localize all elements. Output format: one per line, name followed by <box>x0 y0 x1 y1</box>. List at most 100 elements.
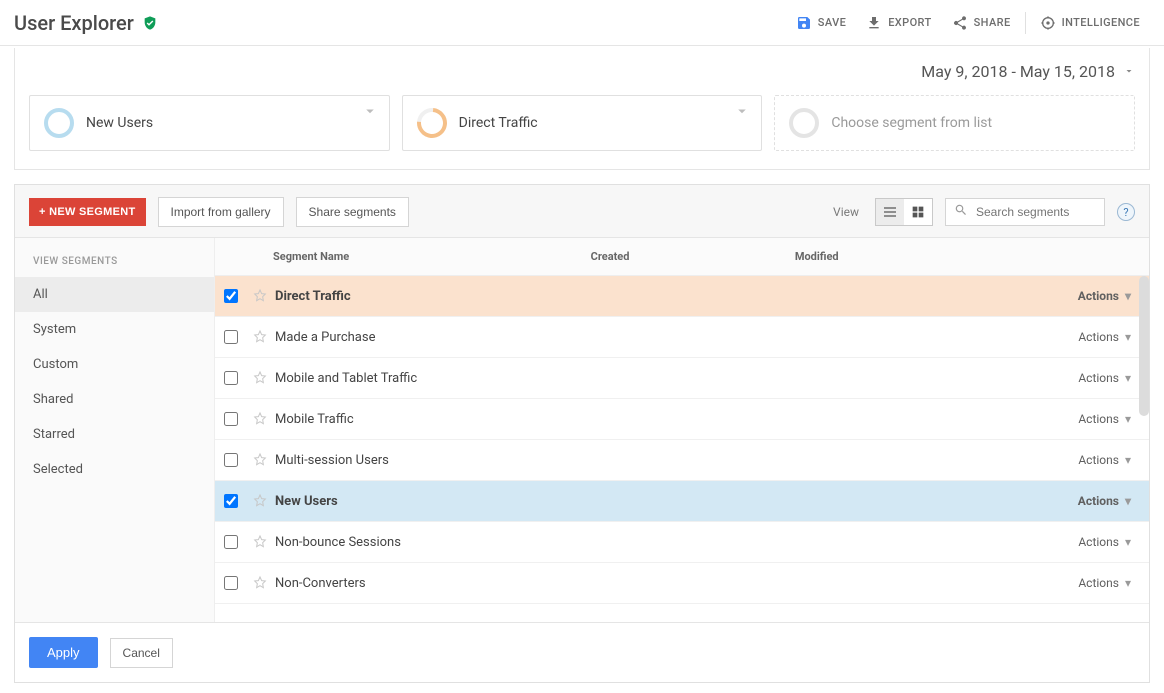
star-icon[interactable] <box>247 534 273 550</box>
segment-chip-add[interactable]: Choose segment from list <box>774 95 1135 151</box>
divider <box>1025 12 1026 34</box>
segments-panel: + NEW SEGMENT Import from gallery Share … <box>14 184 1150 683</box>
sidebar-item-custom[interactable]: Custom <box>15 347 214 382</box>
sidebar-item-system[interactable]: System <box>15 312 214 347</box>
view-grid-button[interactable] <box>904 199 932 225</box>
row-actions-menu[interactable]: Actions ▾ <box>1078 371 1131 385</box>
chevron-down-icon: ▾ <box>1125 576 1131 590</box>
row-checkbox[interactable] <box>224 371 238 385</box>
share-segments-button[interactable]: Share segments <box>296 197 409 227</box>
date-range-picker[interactable]: May 9, 2018 - May 15, 2018 <box>921 62 1135 81</box>
chevron-down-icon: ▾ <box>1125 535 1131 549</box>
table-row[interactable]: Non-Converters Actions ▾ <box>215 563 1149 604</box>
sidebar-item-shared[interactable]: Shared <box>15 382 214 417</box>
new-segment-button[interactable]: + NEW SEGMENT <box>29 198 146 226</box>
row-actions-menu[interactable]: Actions ▾ <box>1078 453 1131 467</box>
row-actions-menu[interactable]: Actions ▾ <box>1078 494 1131 508</box>
table-row[interactable]: Mobile and Tablet Traffic Actions ▾ <box>215 358 1149 399</box>
table-row[interactable]: Made a Purchase Actions ▾ <box>215 317 1149 358</box>
table-row[interactable]: New Users Actions ▾ <box>215 481 1149 522</box>
row-checkbox[interactable] <box>224 412 238 426</box>
star-icon[interactable] <box>247 288 273 304</box>
row-checkbox[interactable] <box>224 330 238 344</box>
segment-name: Multi-session Users <box>273 453 592 468</box>
row-checkbox[interactable] <box>224 289 238 303</box>
col-header-name[interactable]: Segment Name <box>273 250 591 263</box>
import-from-gallery-button[interactable]: Import from gallery <box>158 197 284 227</box>
chevron-down-icon <box>361 102 379 124</box>
star-icon[interactable] <box>247 452 273 468</box>
view-toggle <box>875 198 933 226</box>
segment-chip-label: Direct Traffic <box>459 115 538 131</box>
view-list-button[interactable] <box>876 199 904 225</box>
sidebar-header: VIEW SEGMENTS <box>15 250 214 277</box>
segment-name: New Users <box>273 494 592 509</box>
segment-name: Non-bounce Sessions <box>273 535 592 550</box>
segment-ring-icon <box>411 102 453 144</box>
chevron-down-icon: ▾ <box>1125 289 1131 303</box>
segments-toolbar: + NEW SEGMENT Import from gallery Share … <box>15 185 1149 238</box>
sidebar-item-all[interactable]: All <box>15 277 214 312</box>
row-checkbox[interactable] <box>224 535 238 549</box>
cancel-button[interactable]: Cancel <box>110 638 173 668</box>
segment-search[interactable] <box>945 198 1105 226</box>
segment-chip-placeholder: Choose segment from list <box>831 115 992 131</box>
segment-ring-icon <box>789 108 819 138</box>
table-row[interactable]: Multi-session Users Actions ▾ <box>215 440 1149 481</box>
segments-footer: Apply Cancel <box>15 622 1149 682</box>
segment-name: Made a Purchase <box>273 330 592 345</box>
table-row[interactable]: Mobile Traffic Actions ▾ <box>215 399 1149 440</box>
sidebar-item-starred[interactable]: Starred <box>15 417 214 452</box>
chevron-down-icon: ▾ <box>1125 412 1131 426</box>
table-row[interactable]: Non-bounce Sessions Actions ▾ <box>215 522 1149 563</box>
segments-sidebar: VIEW SEGMENTS AllSystemCustomSharedStarr… <box>15 238 215 622</box>
chevron-down-icon: ▾ <box>1125 494 1131 508</box>
intelligence-label: INTELLIGENCE <box>1062 16 1140 29</box>
segment-chip-direct-traffic[interactable]: Direct Traffic <box>402 95 763 151</box>
segment-name: Non-Converters <box>273 576 592 591</box>
share-label: SHARE <box>974 16 1011 29</box>
row-actions-menu[interactable]: Actions ▾ <box>1078 330 1131 344</box>
col-header-created[interactable]: Created <box>591 250 795 263</box>
row-actions-menu[interactable]: Actions ▾ <box>1078 412 1131 426</box>
top-bar: User Explorer SAVE EXPORT SHARE INTELLIG… <box>0 0 1164 46</box>
save-label: SAVE <box>818 16 846 29</box>
segments-table: Segment Name Created Modified Direct Tra… <box>215 238 1149 622</box>
segment-chip-new-users[interactable]: New Users <box>29 95 390 151</box>
scrollbar[interactable] <box>1139 276 1149 416</box>
table-row[interactable]: Direct Traffic Actions ▾ <box>215 276 1149 317</box>
apply-button[interactable]: Apply <box>29 637 98 668</box>
intelligence-button[interactable]: INTELLIGENCE <box>1030 9 1150 37</box>
save-button[interactable]: SAVE <box>786 9 856 37</box>
date-range-text: May 9, 2018 - May 15, 2018 <box>921 62 1115 81</box>
row-actions-menu[interactable]: Actions ▾ <box>1078 289 1131 303</box>
star-icon[interactable] <box>247 370 273 386</box>
chevron-down-icon <box>733 102 751 124</box>
row-actions-menu[interactable]: Actions ▾ <box>1078 535 1131 549</box>
help-icon[interactable]: ? <box>1117 203 1135 221</box>
segment-name: Mobile Traffic <box>273 412 592 427</box>
verified-shield-icon <box>142 15 158 31</box>
search-icon <box>954 203 968 221</box>
segment-chip-label: New Users <box>86 115 153 131</box>
row-actions-menu[interactable]: Actions ▾ <box>1078 576 1131 590</box>
row-checkbox[interactable] <box>224 494 238 508</box>
star-icon[interactable] <box>247 411 273 427</box>
row-checkbox[interactable] <box>224 453 238 467</box>
star-icon[interactable] <box>247 575 273 591</box>
export-button[interactable]: EXPORT <box>856 9 941 37</box>
sidebar-item-selected[interactable]: Selected <box>15 452 214 487</box>
col-header-modified[interactable]: Modified <box>795 250 999 263</box>
row-checkbox[interactable] <box>224 576 238 590</box>
star-icon[interactable] <box>247 329 273 345</box>
report-header-card: May 9, 2018 - May 15, 2018 New Users Dir… <box>14 48 1150 170</box>
chevron-down-icon: ▾ <box>1125 371 1131 385</box>
segment-name: Direct Traffic <box>273 289 592 304</box>
segment-search-input[interactable] <box>976 205 1096 219</box>
chevron-down-icon: ▾ <box>1125 453 1131 467</box>
share-button[interactable]: SHARE <box>942 9 1021 37</box>
star-icon[interactable] <box>247 493 273 509</box>
chevron-down-icon <box>1123 62 1135 81</box>
segment-name: Mobile and Tablet Traffic <box>273 371 592 386</box>
segments-table-header: Segment Name Created Modified <box>215 238 1149 276</box>
